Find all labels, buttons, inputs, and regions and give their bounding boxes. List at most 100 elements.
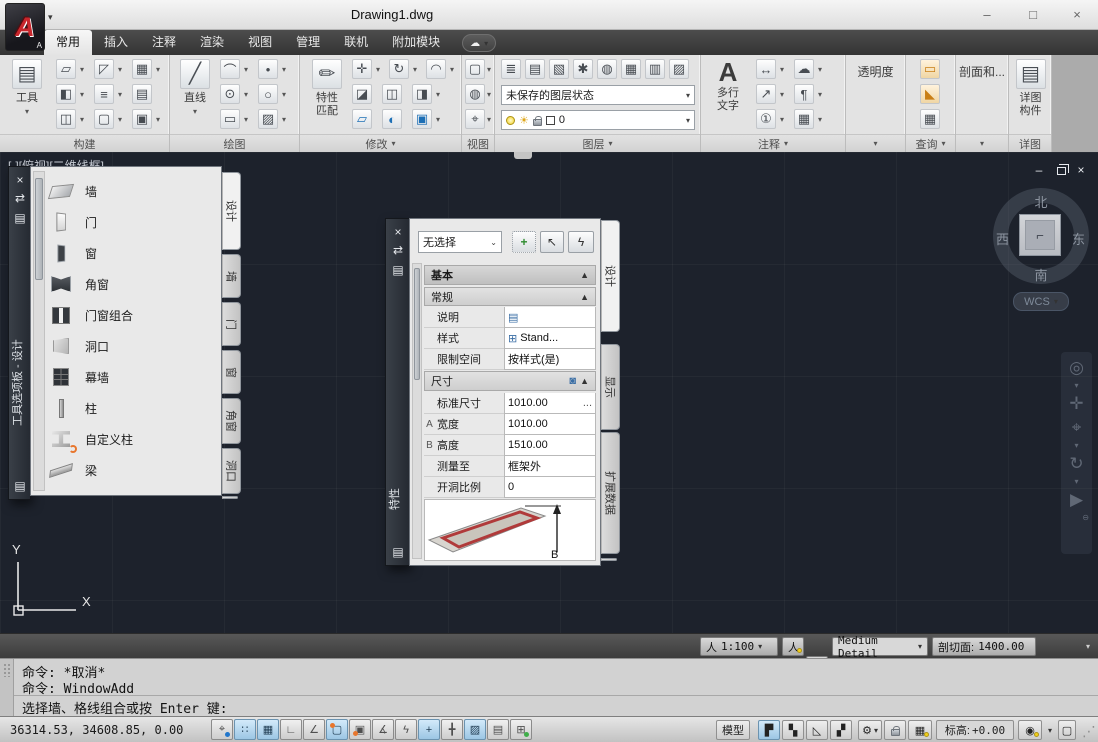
tools-big-button[interactable]: ▤ 工具 ▾ <box>6 59 48 118</box>
palette-item-custom-column[interactable]: 自定义柱 <box>47 425 217 453</box>
object-edit-caret-icon[interactable]: ▾ <box>433 109 443 129</box>
viewport-restore-button[interactable] <box>1052 164 1070 178</box>
zoom-nav-caret-icon[interactable]: ▾ <box>1074 442 1078 450</box>
space-button[interactable]: ▢ <box>94 109 114 129</box>
dynamic-input-toggle[interactable]: + <box>418 719 440 740</box>
wall-flyout-caret-icon[interactable]: ▾ <box>77 59 87 79</box>
panel-label-layers[interactable]: 图层▾ <box>495 134 700 152</box>
hardware-acceleration-button[interactable]: ▦ <box>908 720 932 740</box>
properties-autohide-bottom-icon[interactable]: ▤ <box>386 545 410 559</box>
palette-item-column[interactable]: 柱 <box>47 394 217 422</box>
arc-caret-icon[interactable]: ▾ <box>241 59 251 79</box>
panel-label-view[interactable]: 视图 <box>462 134 494 152</box>
properties-scroll-thumb[interactable] <box>414 268 420 380</box>
viewcube-north-label[interactable]: 北 <box>993 192 1089 211</box>
window-caret-icon[interactable]: ▾ <box>77 109 87 129</box>
command-prompt[interactable]: 选择墙、格线组合或按 Enter 键: <box>22 698 228 717</box>
navbar-customize-icon[interactable]: ⊖ <box>1082 514 1089 522</box>
toggle-pickadd-button[interactable]: ϟ <box>568 231 594 253</box>
text-style-button[interactable]: ¶ <box>794 84 814 104</box>
layer-match-button[interactable]: ▦ <box>621 59 641 79</box>
layer-color-swatch[interactable] <box>546 116 555 125</box>
zoom-caret-icon[interactable]: ▾ <box>484 109 494 129</box>
workspace-switching-button[interactable]: ⚙▾ <box>858 720 882 740</box>
circle-button[interactable]: ⊙ <box>220 84 240 104</box>
inquiry-panel-caret-icon[interactable]: ▾ <box>941 139 945 148</box>
layer-state-dropdown[interactable]: 未保存的图层状态 ▾ <box>501 85 695 105</box>
tools-caret-icon[interactable]: ▾ <box>25 105 29 118</box>
ucs-icon[interactable]: Y X <box>6 540 98 624</box>
layer-lock-button[interactable]: ▥ <box>645 59 665 79</box>
viewport-top-grip[interactable] <box>514 152 532 159</box>
object-snap-toggle[interactable]: ▢ <box>326 719 348 740</box>
properties-tab-cascade[interactable] <box>601 558 617 561</box>
style-icon[interactable]: ⊞ <box>508 332 517 345</box>
object-snap-tracking-toggle[interactable]: ∡ <box>372 719 394 740</box>
hatch-caret-icon[interactable]: ▾ <box>279 109 289 129</box>
property-row-height[interactable]: B高度 1510.00 <box>424 435 596 456</box>
general-collapse-icon[interactable]: ▲ <box>580 292 589 302</box>
application-menu-button[interactable]: A A <box>5 3 45 51</box>
palette-item-corner-window[interactable]: 角窗 <box>47 270 217 298</box>
status-menu-caret-icon[interactable]: ▾ <box>1048 726 1052 735</box>
tab-insert[interactable]: 插入 <box>92 30 140 55</box>
basic-collapse-icon[interactable]: ▲ <box>580 270 589 280</box>
elevation-control[interactable]: 标高: +0.00 <box>936 720 1014 740</box>
online-services-dropdown[interactable]: ☁ ▾ <box>462 34 496 52</box>
palette-tab-cascade[interactable] <box>222 496 238 499</box>
polar-tracking-toggle[interactable]: ∠ <box>303 719 325 740</box>
detail-level-dropdown[interactable]: Medium Detail ▾ <box>832 637 928 656</box>
copy-button[interactable]: ◫ <box>382 84 402 104</box>
panel-label-draw[interactable]: 绘图 <box>170 134 299 152</box>
properties-autohide-icon[interactable]: ⇄ <box>386 243 410 257</box>
layer-state-caret-icon[interactable]: ▾ <box>686 91 690 100</box>
palette-item-door[interactable]: 门 <box>47 208 217 236</box>
rotate-button[interactable]: ↻ <box>389 59 409 79</box>
transparency-toggle[interactable]: ▨ <box>464 719 486 740</box>
visual-style-caret-icon[interactable]: ▾ <box>484 84 494 104</box>
rectangle-caret-icon[interactable]: ▾ <box>241 109 251 129</box>
quick-view-drawings-button[interactable]: ▚ <box>782 720 804 740</box>
stair-caret-icon[interactable]: ▾ <box>115 84 125 104</box>
palette-item-opening[interactable]: 洞口 <box>47 332 217 360</box>
line-big-button[interactable]: ╱ 直线 ▾ <box>176 59 214 118</box>
tool-palette-autohide-icon[interactable]: ⇄ <box>9 191 31 205</box>
tab-addins[interactable]: 附加模块 <box>380 30 452 55</box>
tab-home[interactable]: 常用 <box>44 30 92 55</box>
grid-display-toggle[interactable]: ▦ <box>257 719 279 740</box>
space-caret-icon[interactable]: ▾ <box>115 109 125 129</box>
move-button[interactable]: ✛ <box>352 59 372 79</box>
callout-bubble-caret-icon[interactable]: ▾ <box>777 109 787 129</box>
properties-menu-icon[interactable]: ▤ <box>386 263 410 277</box>
properties-tab-display[interactable]: 显示 <box>601 344 620 430</box>
mass-element-caret-icon[interactable]: ▾ <box>153 109 163 129</box>
navigation-bar[interactable]: ◎ ▾ ✛ ⌖ ▾ ↻ ▾ ▶ ⊖ <box>1061 352 1092 554</box>
text-style-caret-icon[interactable]: ▾ <box>815 84 825 104</box>
column-grid-caret-icon[interactable]: ▾ <box>153 59 163 79</box>
toolbar-lock-button[interactable] <box>884 720 906 740</box>
properties-tab-extended-data[interactable]: 扩展数据 <box>601 432 620 554</box>
erase-button[interactable]: ◪ <box>352 84 372 104</box>
layer-isolate-button[interactable]: ▤ <box>525 59 545 79</box>
tab-render[interactable]: 渲染 <box>188 30 236 55</box>
fillet-button[interactable]: ◠ <box>426 59 446 79</box>
properties-tab-design[interactable]: 设计 <box>601 220 620 332</box>
table-caret-icon[interactable]: ▾ <box>815 109 825 129</box>
match-properties-big-button[interactable]: ✏ 特性 匹配 <box>305 59 349 118</box>
properties-title-bar[interactable]: × ⇄ ▤ 特性 ▤ <box>385 218 409 566</box>
quick-select-button[interactable]: + <box>512 231 536 253</box>
ortho-mode-toggle[interactable]: ∟ <box>280 719 302 740</box>
3d-object-snap-toggle[interactable]: ▣ <box>349 719 371 740</box>
tool-palette-menu-icon[interactable]: ▤ <box>9 211 31 225</box>
lineweight-toggle[interactable]: ╋ <box>441 719 463 740</box>
panel-label-build[interactable]: 构建 <box>0 134 169 152</box>
palette-tab-corner-window[interactable]: 角窗 <box>222 398 241 444</box>
section-panel-caret-icon[interactable]: ▾ <box>980 139 984 148</box>
clean-screen-button[interactable]: ▢ <box>1058 720 1076 740</box>
rotate-caret-icon[interactable]: ▾ <box>410 59 420 79</box>
steering-wheel-caret-icon[interactable]: ▾ <box>1074 382 1078 390</box>
wall-edit-button[interactable]: ▱ <box>352 109 372 129</box>
panel-label-section[interactable]: ▾ <box>956 134 1008 152</box>
detail-component-big-button[interactable]: ▤ 详图 构件 <box>1012 59 1049 118</box>
move-caret-icon[interactable]: ▾ <box>373 59 383 79</box>
